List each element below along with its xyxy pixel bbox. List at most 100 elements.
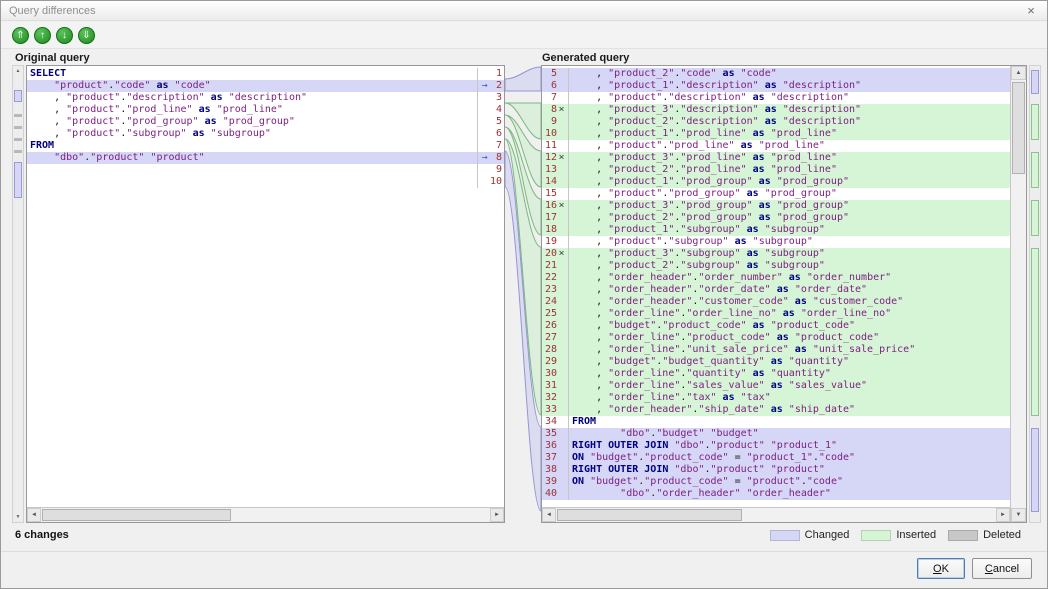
code-line-23[interactable]: 23 , "order_header"."order_date" as "ord… [542, 284, 1010, 296]
code-text: ON "budget"."product_code" = "product"."… [569, 476, 1010, 488]
code-line-2[interactable]: "product"."code" as "code"→2 [27, 80, 504, 92]
close-icon[interactable]: × [1023, 3, 1039, 18]
ruler-mark-changed[interactable] [14, 90, 22, 102]
code-line-16[interactable]: 16× , "product_3"."prod_group" as "prod_… [542, 200, 1010, 212]
code-line-6[interactable]: 6 , "product_1"."description" as "descri… [542, 80, 1010, 92]
code-line-7[interactable]: FROM7 [27, 140, 504, 152]
scroll-left-icon[interactable]: ◄ [542, 508, 556, 522]
left-ruler-track[interactable] [13, 76, 23, 512]
code-text: , "product_2"."code" as "code" [569, 68, 1010, 80]
ruler-mark-inserted[interactable] [1031, 248, 1039, 416]
hscroll-track[interactable] [556, 508, 996, 522]
code-line-11[interactable]: 11 , "product"."prod_line" as "prod_line… [542, 140, 1010, 152]
ruler-mark-changed[interactable] [1031, 428, 1039, 512]
scroll-right-icon[interactable]: ► [996, 508, 1010, 522]
line-number-cell: 34 [542, 416, 569, 428]
ruler-mark-mark[interactable] [14, 138, 22, 141]
code-line-8[interactable]: "dbo"."product" "product"→8 [27, 152, 504, 164]
ruler-mark-inserted[interactable] [1031, 152, 1039, 188]
code-line-29[interactable]: 29 , "budget"."budget_quantity" as "quan… [542, 356, 1010, 368]
next-difference-button[interactable]: ↓ [56, 27, 73, 44]
code-line-10[interactable]: 10 [27, 176, 504, 188]
generated-query-editor[interactable]: 5 , "product_2"."code" as "code"6 , "pro… [541, 65, 1027, 523]
scroll-up-icon[interactable]: ▲ [13, 66, 23, 76]
code-line-38[interactable]: 38RIGHT OUTER JOIN "dbo"."product" "prod… [542, 464, 1010, 476]
code-line-40[interactable]: 40 "dbo"."order_header" "order_header" [542, 488, 1010, 500]
vscroll-track[interactable] [1011, 80, 1026, 508]
code-line-39[interactable]: 39ON "budget"."product_code" = "product"… [542, 476, 1010, 488]
code-line-8[interactable]: 8× , "product_3"."description" as "descr… [542, 104, 1010, 116]
code-line-14[interactable]: 14 , "product_1"."prod_group" as "prod_g… [542, 176, 1010, 188]
code-line-19[interactable]: 19 , "product"."subgroup" as "subgroup" [542, 236, 1010, 248]
right-hscrollbar[interactable]: ◄ ► [542, 507, 1010, 522]
right-vscrollbar[interactable]: ▲ ▼ [1010, 66, 1026, 522]
scroll-up-icon[interactable]: ▲ [1011, 66, 1026, 80]
scroll-right-icon[interactable]: ► [490, 508, 504, 522]
reject-change-icon[interactable]: × [557, 200, 566, 212]
generated-query-code[interactable]: 5 , "product_2"."code" as "code"6 , "pro… [542, 66, 1010, 507]
code-line-5[interactable]: 5 , "product_2"."code" as "code" [542, 68, 1010, 80]
code-line-5[interactable]: , "product"."prod_group" as "prod_group"… [27, 116, 504, 128]
cancel-button[interactable]: Cancel [972, 558, 1032, 579]
line-number: 7 [544, 92, 557, 104]
vscroll-thumb[interactable] [1012, 82, 1025, 174]
code-line-13[interactable]: 13 , "product_2"."prod_line" as "prod_li… [542, 164, 1010, 176]
code-line-17[interactable]: 17 , "product_2"."prod_group" as "prod_g… [542, 212, 1010, 224]
ruler-mark-mark[interactable] [14, 114, 22, 117]
original-query-code[interactable]: SELECT1 "product"."code" as "code"→2 , "… [27, 66, 504, 507]
reject-change-icon[interactable]: × [557, 152, 566, 164]
code-line-34[interactable]: 34FROM [542, 416, 1010, 428]
original-query-editor[interactable]: SELECT1 "product"."code" as "code"→2 , "… [26, 65, 505, 523]
code-line-12[interactable]: 12× , "product_3"."prod_line" as "prod_l… [542, 152, 1010, 164]
reject-change-icon[interactable]: × [557, 248, 566, 260]
code-line-3[interactable]: , "product"."description" as "descriptio… [27, 92, 504, 104]
hscroll-thumb[interactable] [42, 509, 231, 521]
ruler-mark-changed[interactable] [1031, 70, 1039, 94]
code-text [27, 176, 477, 188]
code-line-25[interactable]: 25 , "order_line"."order_line_no" as "or… [542, 308, 1010, 320]
code-line-27[interactable]: 27 , "order_line"."product_code" as "pro… [542, 332, 1010, 344]
left-hscrollbar[interactable]: ◄ ► [27, 507, 504, 522]
code-line-37[interactable]: 37ON "budget"."product_code" = "product_… [542, 452, 1010, 464]
code-line-35[interactable]: 35 "dbo"."budget" "budget" [542, 428, 1010, 440]
ruler-mark-mark[interactable] [14, 126, 22, 129]
code-line-30[interactable]: 30 , "order_line"."quantity" as "quantit… [542, 368, 1010, 380]
right-overview-ruler[interactable] [1029, 65, 1041, 523]
code-line-20[interactable]: 20× , "product_3"."subgroup" as "subgrou… [542, 248, 1010, 260]
ruler-mark-inserted[interactable] [1031, 104, 1039, 140]
last-difference-button[interactable]: ⇓ [78, 27, 95, 44]
code-line-1[interactable]: SELECT1 [27, 68, 504, 80]
code-line-4[interactable]: , "product"."prod_line" as "prod_line"4 [27, 104, 504, 116]
scroll-down-icon[interactable]: ▼ [13, 512, 23, 522]
reject-change-icon[interactable]: × [557, 104, 566, 116]
code-line-26[interactable]: 26 , "budget"."product_code" as "product… [542, 320, 1010, 332]
code-line-22[interactable]: 22 , "order_header"."order_number" as "o… [542, 272, 1010, 284]
code-line-6[interactable]: , "product"."subgroup" as "subgroup"6 [27, 128, 504, 140]
code-line-36[interactable]: 36RIGHT OUTER JOIN "dbo"."product" "prod… [542, 440, 1010, 452]
first-difference-button[interactable]: ⇑ [12, 27, 29, 44]
code-line-15[interactable]: 15 , "product"."prod_group" as "prod_gro… [542, 188, 1010, 200]
code-line-21[interactable]: 21 , "product_2"."subgroup" as "subgroup… [542, 260, 1010, 272]
code-line-33[interactable]: 33 , "order_header"."ship_date" as "ship… [542, 404, 1010, 416]
ruler-mark-mark[interactable] [14, 150, 22, 153]
ruler-mark-changed[interactable] [14, 162, 22, 198]
code-line-24[interactable]: 24 , "order_header"."customer_code" as "… [542, 296, 1010, 308]
code-line-28[interactable]: 28 , "order_line"."unit_sale_price" as "… [542, 344, 1010, 356]
code-text: , "product_1"."description" as "descript… [569, 80, 1010, 92]
code-line-9[interactable]: 9 , "product_2"."description" as "descri… [542, 116, 1010, 128]
ok-button[interactable]: OK [917, 558, 965, 579]
code-line-18[interactable]: 18 , "product_1"."subgroup" as "subgroup… [542, 224, 1010, 236]
scroll-down-icon[interactable]: ▼ [1011, 508, 1026, 522]
code-line-9[interactable]: 9 [27, 164, 504, 176]
code-line-7[interactable]: 7 , "product"."description" as "descript… [542, 92, 1010, 104]
hscroll-thumb[interactable] [557, 509, 742, 521]
hscroll-track[interactable] [41, 508, 490, 522]
code-line-31[interactable]: 31 , "order_line"."sales_value" as "sale… [542, 380, 1010, 392]
code-line-10[interactable]: 10 , "product_1"."prod_line" as "prod_li… [542, 128, 1010, 140]
scroll-left-icon[interactable]: ◄ [27, 508, 41, 522]
ruler-mark-inserted[interactable] [1031, 200, 1039, 236]
code-line-32[interactable]: 32 , "order_line"."tax" as "tax" [542, 392, 1010, 404]
legend-item-inserted: Inserted [861, 529, 936, 541]
previous-difference-button[interactable]: ↑ [34, 27, 51, 44]
left-overview-ruler[interactable]: ▲ ▼ [12, 65, 24, 523]
